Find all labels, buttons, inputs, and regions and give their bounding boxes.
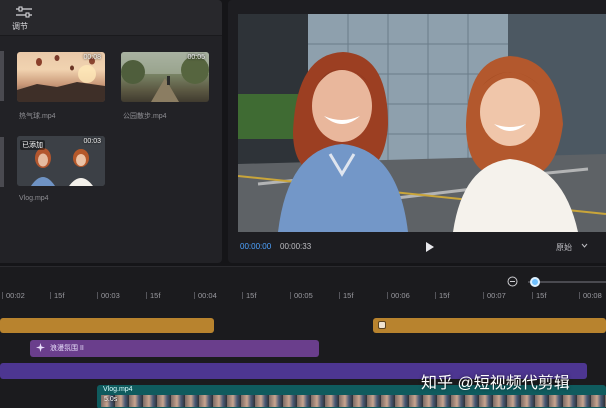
watermark: 知乎 @短视频代剪辑 [421,375,570,392]
effect-clip[interactable]: 浪漫氛围 II [30,340,319,357]
track-clip-orange[interactable] [373,318,606,333]
ruler-tick: 15f [49,291,65,300]
video-preview[interactable] [238,14,606,232]
zoom-slider-handle[interactable] [530,277,540,287]
ruler-tick: 00:04 [194,291,217,300]
adjust-tab-label: 调节 [12,22,28,31]
ruler-tick: 15f [531,291,547,300]
current-timecode: 00:00:00 [240,242,272,251]
chevron-down-icon[interactable] [581,243,588,248]
clip-name: Vlog.mp4 [19,195,49,202]
clip-duration: 00:08 [83,54,101,61]
play-icon[interactable] [425,241,435,253]
ruler-tick: 00:02 [2,291,25,300]
ruler-tick: 00:07 [483,291,506,300]
sparkle-icon [36,343,45,352]
ruler-tick: 15f [145,291,161,300]
clip-thumbnail[interactable]: 00:08 [17,52,105,102]
filmstrip-duration: 5.0s [104,396,118,403]
total-timecode: 00:00:33 [280,242,312,251]
adjust-tab[interactable]: 调节 [12,6,36,32]
sticker-icon [378,321,386,329]
clip-name: 公园散步.mp4 [123,113,167,120]
player-controls: 00:00:00 00:00:33 原始 [228,236,606,258]
media-header: 调节 [0,0,222,36]
ruler-tick: 00:03 [97,291,120,300]
ruler-tick: 00:06 [387,291,410,300]
added-badge: 已添加 [20,140,45,150]
preview-frame-image [238,14,606,232]
ratio-selector[interactable]: 原始 [556,242,572,253]
zoom-out-icon[interactable] [507,276,518,287]
clip-thumbnail[interactable]: 00:05 [121,52,209,102]
effect-clip-label: 浪漫氛围 II [50,345,84,352]
player-panel: 00:00:00 00:00:33 原始 [228,0,606,263]
ruler-tick: 00:08 [579,291,602,300]
time-ruler[interactable]: 00:02 15f 00:03 15f 00:04 15f 00:05 15f … [0,289,606,303]
ruler-tick: 00:05 [290,291,313,300]
clip-name: 热气球.mp4 [19,113,56,120]
partial-clip-left[interactable] [0,137,4,187]
main-clip-label: Vlog.mp4 [103,386,133,393]
clip-duration: 00:05 [187,54,205,61]
track-clip-orange[interactable] [0,318,214,333]
partial-clip-left[interactable] [0,51,4,101]
clip-duration: 00:03 [83,138,101,145]
ruler-tick: 15f [338,291,354,300]
ruler-tick: 15f [241,291,257,300]
media-panel: 调节 00:08 热气球.mp4 00:05 公园散步.mp4 已添加 00:0… [0,0,222,263]
sliders-icon [16,6,32,18]
clip-thumbnail[interactable]: 已添加 00:03 [17,136,105,186]
ruler-tick: 15f [434,291,450,300]
filmstrip: 5.0s [101,395,606,407]
